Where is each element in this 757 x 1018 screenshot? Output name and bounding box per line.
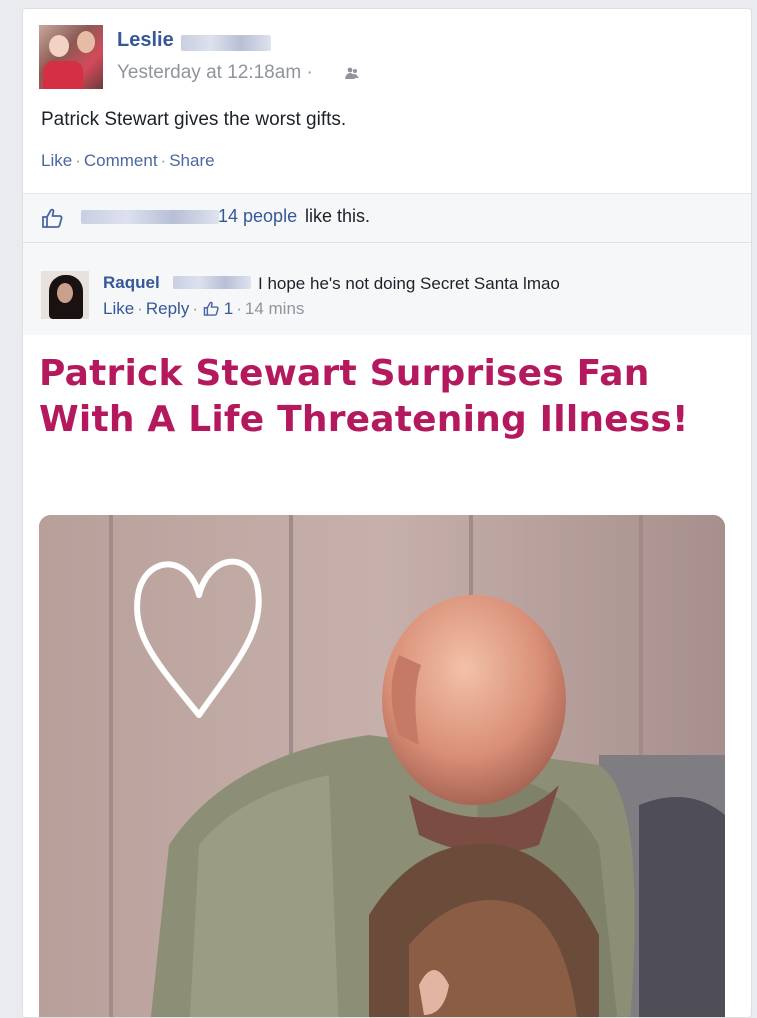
comment: Raquel I hope he's not doing Secret Sant…	[23, 243, 751, 335]
thumbs-up-icon	[203, 301, 219, 316]
comment-reply-link[interactable]: Reply	[146, 299, 189, 318]
post-text: Patrick Stewart gives the worst gifts.	[41, 109, 347, 130]
comment-actions: Like · Reply · 1 · 14 mins	[103, 299, 305, 318]
likes-bar: 14 people like this.	[23, 193, 751, 243]
comment-text: I hope he's not doing Secret Santa lmao	[258, 274, 560, 293]
friends-icon[interactable]	[345, 66, 359, 83]
thumbs-up-icon	[41, 208, 63, 228]
comment-author[interactable]: Raquel	[103, 273, 160, 293]
likes-count-link[interactable]: 14 people	[218, 206, 297, 227]
post-card: Leslie Yesterday at 12:18am · Patrick St…	[22, 8, 752, 1018]
redacted-surname	[173, 276, 251, 289]
post-actions: Like · Comment · Share	[41, 151, 215, 170]
comment-like-link[interactable]: Like	[103, 299, 134, 318]
redacted-surname	[181, 35, 271, 51]
commenter-avatar[interactable]	[41, 271, 89, 319]
article-headline[interactable]: Patrick Stewart Surprises Fan With A Lif…	[39, 351, 739, 443]
article-photo[interactable]	[39, 515, 725, 1017]
likes-suffix: like this.	[305, 206, 371, 226]
redacted-names	[81, 210, 219, 224]
share-link[interactable]: Share	[169, 151, 214, 170]
like-link[interactable]: Like	[41, 151, 72, 170]
author-name[interactable]: Leslie	[117, 29, 174, 52]
comment-link[interactable]: Comment	[84, 151, 158, 170]
shared-article[interactable]: Patrick Stewart Surprises Fan With A Lif…	[23, 335, 751, 1017]
comment-time[interactable]: 14 mins	[245, 299, 305, 318]
author-avatar[interactable]	[39, 25, 103, 89]
comment-like-count[interactable]: 1	[224, 299, 233, 318]
post-timestamp[interactable]: Yesterday at 12:18am ·	[117, 62, 313, 84]
